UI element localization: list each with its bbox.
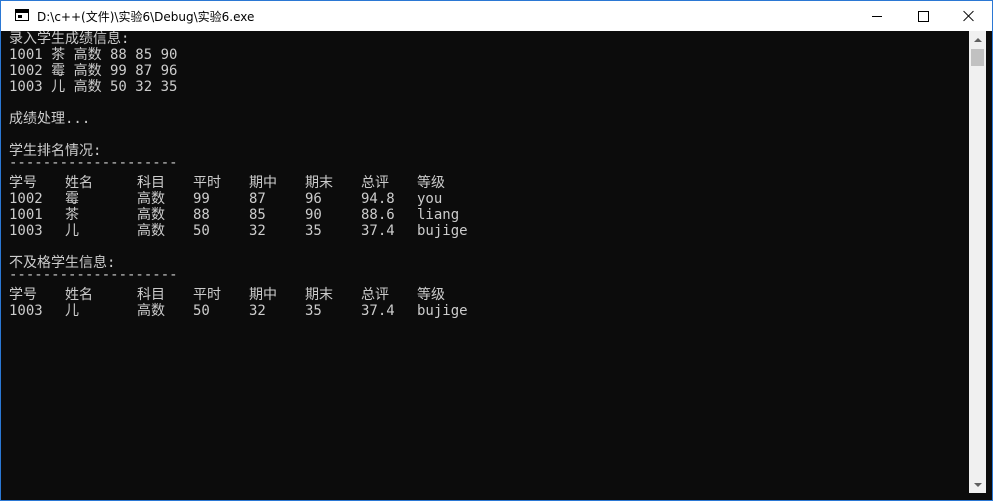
cell-name: 姓名 <box>65 287 93 303</box>
cell-total: 37.4 <box>361 223 395 239</box>
maximize-button[interactable] <box>900 1 946 31</box>
cell-grade: you <box>417 191 443 207</box>
cell-usual: 平时 <box>193 287 221 303</box>
cell-name: 姓名 <box>65 175 93 191</box>
cell-total: 94.8 <box>361 191 395 207</box>
cell-student-id: 学号 <box>9 287 37 303</box>
vertical-scrollbar[interactable] <box>969 31 986 493</box>
cell-total: 37.4 <box>361 303 395 319</box>
cell-grade: 等级 <box>417 175 445 191</box>
cell-final: 期末 <box>305 175 333 191</box>
console-output[interactable]: 录入学生成绩信息: 1001 茶 高数 88 85 90 1002 霉 高数 9… <box>1 31 969 493</box>
cell-student-id: 1003 <box>9 223 43 239</box>
scroll-thumb[interactable] <box>971 49 984 66</box>
cell-midterm: 期中 <box>249 287 277 303</box>
cell-student-id: 1001 <box>9 207 43 223</box>
cell-usual: 99 <box>193 191 210 207</box>
cell-name: 霉 <box>65 191 79 207</box>
cell-usual: 50 <box>193 223 210 239</box>
minimize-button[interactable] <box>854 1 900 31</box>
input-header: 录入学生成绩信息: <box>9 31 130 47</box>
cell-usual: 50 <box>193 303 210 319</box>
cell-final: 90 <box>305 207 322 223</box>
scroll-up-button[interactable] <box>969 31 986 48</box>
cell-total: 88.6 <box>361 207 395 223</box>
cell-final: 35 <box>305 303 322 319</box>
cell-midterm: 32 <box>249 303 266 319</box>
cell-student-id: 学号 <box>9 175 37 191</box>
cell-midterm: 期中 <box>249 175 277 191</box>
cell-name: 茶 <box>65 207 79 223</box>
cell-student-id: 1003 <box>9 303 43 319</box>
minimize-icon <box>872 15 882 17</box>
cell-final: 期末 <box>305 287 333 303</box>
cell-grade: bujige <box>417 223 468 239</box>
input-line: 1003 儿 高数 50 32 35 <box>9 79 178 95</box>
cell-grade: bujige <box>417 303 468 319</box>
cell-subject: 高数 <box>137 207 165 223</box>
failing-divider: -------------------- <box>9 267 178 283</box>
scroll-down-button[interactable] <box>969 476 986 493</box>
cell-subject: 高数 <box>137 223 165 239</box>
cell-total: 总评 <box>361 287 389 303</box>
cell-final: 96 <box>305 191 322 207</box>
cell-usual: 平时 <box>193 175 221 191</box>
cell-name: 儿 <box>65 303 79 319</box>
ranking-divider: -------------------- <box>9 155 178 171</box>
arrow-down-icon <box>973 482 982 487</box>
cell-midterm: 87 <box>249 191 266 207</box>
console-window: D:\c++(文件)\实验6\Debug\实验6.exe 录入学生成绩信息: 1… <box>0 0 993 501</box>
cell-total: 总评 <box>361 175 389 191</box>
cell-usual: 88 <box>193 207 210 223</box>
cell-final: 35 <box>305 223 322 239</box>
close-button[interactable] <box>946 1 992 31</box>
cell-name: 儿 <box>65 223 79 239</box>
maximize-icon <box>917 10 929 22</box>
cell-subject: 高数 <box>137 303 165 319</box>
cell-midterm: 85 <box>249 207 266 223</box>
cell-student-id: 1002 <box>9 191 43 207</box>
processing-text: 成绩处理... <box>9 111 91 127</box>
cell-subject: 科目 <box>137 287 165 303</box>
cell-grade: 等级 <box>417 287 445 303</box>
cell-subject: 科目 <box>137 175 165 191</box>
input-line: 1002 霉 高数 99 87 96 <box>9 63 178 79</box>
cell-midterm: 32 <box>249 223 266 239</box>
cell-grade: liang <box>417 207 460 223</box>
title-bar[interactable]: D:\c++(文件)\实验6\Debug\实验6.exe <box>1 1 992 31</box>
cell-subject: 高数 <box>137 191 165 207</box>
input-line: 1001 茶 高数 88 85 90 <box>9 47 178 63</box>
close-icon <box>963 10 975 22</box>
arrow-up-icon <box>973 37 982 42</box>
window-title: D:\c++(文件)\实验6\Debug\实验6.exe <box>37 10 255 24</box>
console-app-icon <box>15 9 29 21</box>
